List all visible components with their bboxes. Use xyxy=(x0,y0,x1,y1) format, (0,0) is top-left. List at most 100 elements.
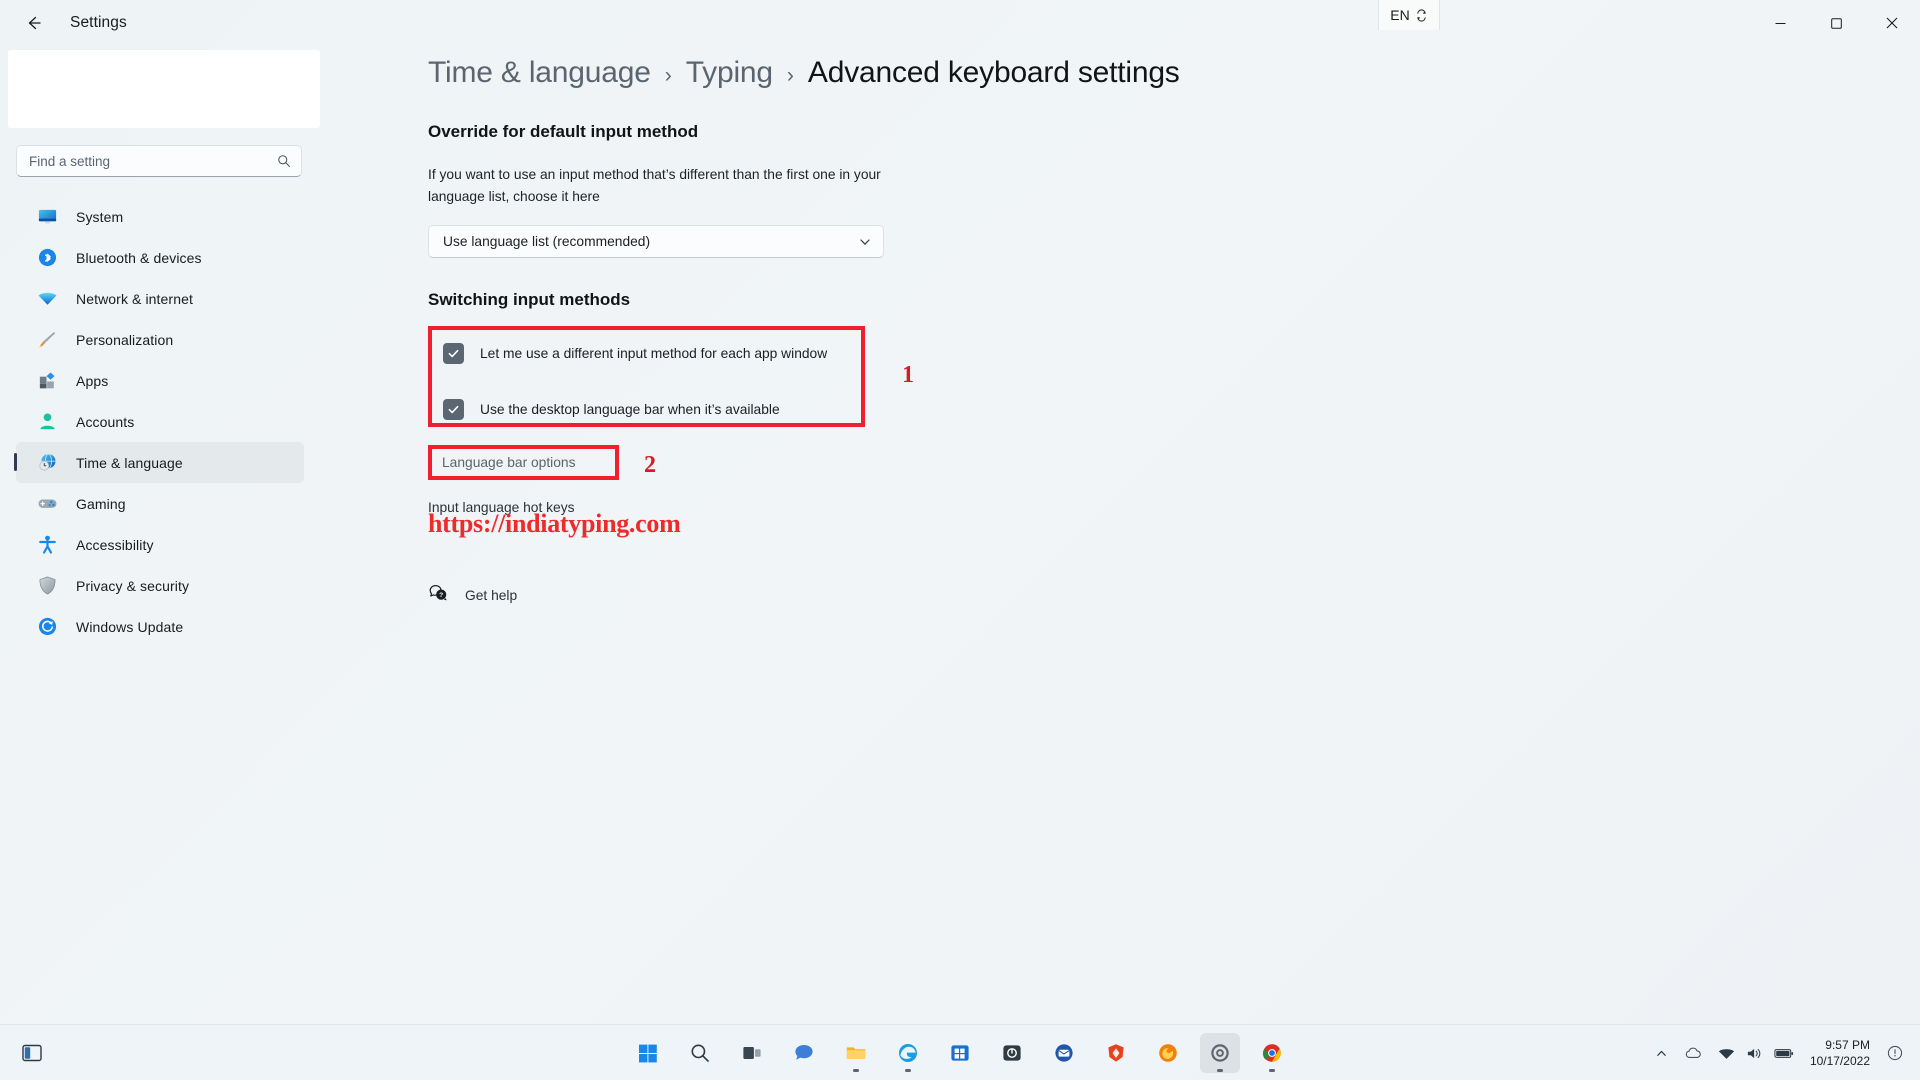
checkbox-label: Let me use a different input method for … xyxy=(480,346,828,361)
search-icon xyxy=(691,1044,709,1062)
task-view-button[interactable] xyxy=(732,1033,772,1073)
override-section-heading: Override for default input method xyxy=(428,122,699,141)
file-explorer-button[interactable] xyxy=(836,1033,876,1073)
search-icon xyxy=(278,155,290,167)
sidebar-item-gaming[interactable]: Gaming xyxy=(16,483,304,524)
sidebar-item-system[interactable]: System xyxy=(16,196,304,237)
search-input[interactable] xyxy=(29,153,277,169)
sidebar-item-label: Apps xyxy=(76,372,109,389)
globe-clock-icon xyxy=(36,452,58,474)
tray-overflow-button[interactable] xyxy=(1647,1035,1676,1071)
page-title: Advanced keyboard settings xyxy=(807,56,1180,89)
brave-button[interactable] xyxy=(1096,1033,1136,1073)
tray-cloud-button[interactable] xyxy=(1676,1035,1710,1071)
bluetooth-icon xyxy=(36,247,58,269)
clock-time: 9:57 PM xyxy=(1825,1038,1870,1052)
maximize-button[interactable] xyxy=(1808,0,1864,46)
override-section-description: If you want to use an input method that’… xyxy=(428,167,881,204)
sidebar-item-label: Network & internet xyxy=(76,290,193,307)
ime-mode-icon xyxy=(1416,8,1426,22)
brave-browser-icon xyxy=(1108,1044,1124,1062)
checkbox-label: Use the desktop language bar when it’s a… xyxy=(480,402,780,417)
window-controls xyxy=(1752,0,1920,46)
battery-icon xyxy=(1774,1048,1794,1058)
checkbox-row-app-window[interactable]: Let me use a different input method for … xyxy=(443,343,861,364)
mail-icon xyxy=(1055,1044,1073,1062)
running-indicator xyxy=(905,1069,911,1072)
back-button[interactable] xyxy=(14,6,54,40)
language-indicator[interactable]: EN xyxy=(1378,0,1440,30)
breadcrumb-typing[interactable]: Typing xyxy=(686,56,773,90)
notification-bell-icon xyxy=(1887,1045,1903,1061)
sidebar-item-label: Privacy & security xyxy=(76,577,190,594)
start-button[interactable] xyxy=(628,1033,668,1073)
folder-icon xyxy=(846,1047,866,1059)
sidebar: System Bluetooth & devices xyxy=(0,46,320,836)
app-button[interactable] xyxy=(992,1033,1032,1073)
svg-text:?: ? xyxy=(439,592,443,599)
chat-button[interactable] xyxy=(784,1033,824,1073)
speaker-icon xyxy=(1747,1048,1761,1058)
chrome-button[interactable] xyxy=(1252,1033,1292,1073)
sidebar-item-personalization[interactable]: Personalization xyxy=(16,319,304,360)
sidebar-item-time-language[interactable]: Time & language xyxy=(14,442,304,483)
annotation-box-2: Language bar options 2 xyxy=(428,445,656,480)
annotation-number-1: 1 xyxy=(902,362,914,388)
running-indicator xyxy=(1217,1069,1223,1072)
edge-button[interactable] xyxy=(888,1033,928,1073)
firefox-button[interactable] xyxy=(1148,1033,1188,1073)
sidebar-item-label: System xyxy=(76,208,124,225)
notification-center-button[interactable] xyxy=(1880,1036,1910,1070)
input-method-select[interactable]: Use language list (recommended) xyxy=(428,225,884,258)
widgets-icon xyxy=(22,1044,42,1062)
chat-icon xyxy=(795,1045,813,1060)
system-monitor-icon xyxy=(36,206,58,228)
get-help-link[interactable]: ? Get help xyxy=(428,583,517,608)
search-button[interactable] xyxy=(680,1033,720,1073)
window-title: Settings xyxy=(70,14,127,31)
main-content: Time & language › Typing › Advanced keyb… xyxy=(428,46,1528,608)
search-setting-box[interactable] xyxy=(16,145,302,177)
accessibility-person-icon xyxy=(36,534,58,556)
breadcrumb-time-language[interactable]: Time & language xyxy=(428,56,651,90)
sidebar-item-privacy-security[interactable]: Privacy & security xyxy=(16,565,304,606)
store-button[interactable] xyxy=(940,1033,980,1073)
checkbox-checked-icon[interactable] xyxy=(443,399,464,420)
widgets-button[interactable] xyxy=(14,1036,50,1070)
breadcrumb-separator-2: › xyxy=(786,64,794,87)
sidebar-item-label: Bluetooth & devices xyxy=(76,249,202,266)
checkbox-row-desktop-language-bar[interactable]: Use the desktop language bar when it’s a… xyxy=(443,399,861,420)
chevron-down-icon xyxy=(860,238,870,245)
watermark-url: https://indiatyping.com xyxy=(428,509,681,538)
sidebar-item-apps[interactable]: Apps xyxy=(16,360,304,401)
sidebar-item-accounts[interactable]: Accounts xyxy=(16,401,304,442)
update-refresh-icon xyxy=(36,616,58,638)
checkbox-checked-icon[interactable] xyxy=(443,343,464,364)
clock-date: 10/17/2022 xyxy=(1809,1054,1870,1068)
firefox-browser-icon xyxy=(1159,1044,1177,1062)
minimize-button[interactable] xyxy=(1752,0,1808,46)
annotation-number-2: 2 xyxy=(644,452,656,478)
sidebar-item-label: Personalization xyxy=(76,331,174,348)
clock[interactable]: 9:57 PM 10/17/2022 xyxy=(1802,1032,1880,1074)
mail-button[interactable] xyxy=(1044,1033,1084,1073)
system-tray: 9:57 PM 10/17/2022 xyxy=(1647,1025,1910,1080)
microsoft-store-icon xyxy=(951,1045,969,1061)
back-arrow-icon xyxy=(28,16,41,30)
sidebar-item-windows-update[interactable]: Windows Update xyxy=(16,606,304,647)
language-bar-options-link[interactable]: Language bar options xyxy=(442,455,575,470)
person-icon xyxy=(36,411,58,433)
taskbar: 9:57 PM 10/17/2022 xyxy=(0,1024,1920,1080)
close-button[interactable] xyxy=(1864,0,1920,46)
user-profile-card[interactable] xyxy=(8,50,320,128)
settings-button[interactable] xyxy=(1200,1033,1240,1073)
sidebar-item-label: Windows Update xyxy=(76,618,184,635)
paintbrush-icon xyxy=(36,329,58,351)
tray-status-group[interactable] xyxy=(1710,1035,1802,1071)
wifi-tray-icon xyxy=(1718,1048,1734,1059)
sidebar-item-accessibility[interactable]: Accessibility xyxy=(16,524,304,565)
breadcrumb: Time & language › Typing › Advanced keyb… xyxy=(428,56,1528,90)
cloud-icon xyxy=(1685,1047,1701,1058)
sidebar-item-bluetooth-devices[interactable]: Bluetooth & devices xyxy=(16,237,304,278)
sidebar-item-network-internet[interactable]: Network & internet xyxy=(16,278,304,319)
